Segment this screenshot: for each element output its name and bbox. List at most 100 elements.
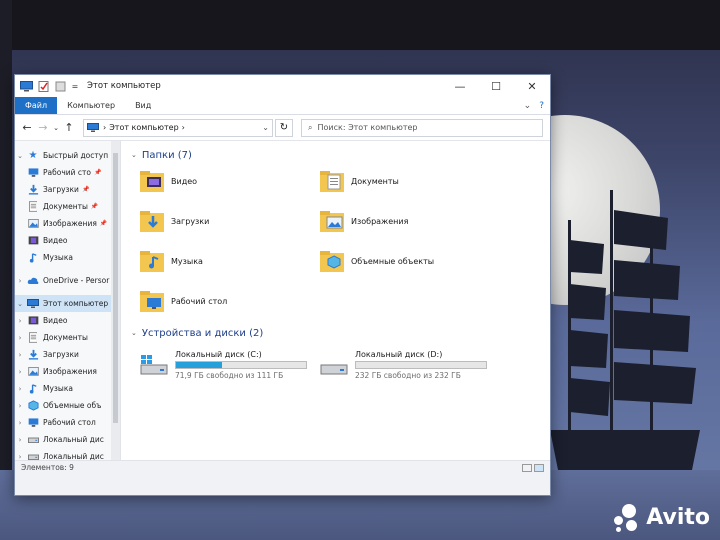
nav-scrollbar[interactable] <box>111 141 120 460</box>
ribbon: Файл Компьютер Вид ⌄ ? <box>15 97 550 115</box>
up-arrow-icon[interactable]: ↑ <box>61 121 77 134</box>
nav-item-music[interactable]: › Музыка <box>15 380 120 397</box>
expand-arrow-icon[interactable]: › <box>15 334 25 342</box>
address-dropdown-icon[interactable]: ⌄ <box>262 123 269 132</box>
music-folder-icon <box>139 248 165 274</box>
nav-label: Видео <box>43 316 68 325</box>
cloud-icon <box>27 276 39 286</box>
nav-item-videos[interactable]: › Видео <box>15 312 120 329</box>
search-placeholder: Поиск: Этот компьютер <box>317 123 418 132</box>
nav-this-pc[interactable]: ⌄ Этот компьютер <box>15 295 120 312</box>
drives-group-header[interactable]: ⌄ Устройства и диски (2) <box>131 323 540 343</box>
help-icon[interactable]: ? <box>539 101 544 111</box>
nav-item-music[interactable]: Музыка <box>15 249 120 266</box>
nav-item-documents[interactable]: › Документы <box>15 329 120 346</box>
documents-folder-icon <box>319 168 345 194</box>
expand-arrow-icon[interactable]: › <box>15 317 25 325</box>
nav-label: Музыка <box>43 253 73 262</box>
back-arrow-icon[interactable]: ← <box>19 121 35 134</box>
expand-arrow-icon[interactable]: › <box>15 436 25 444</box>
nav-quick-access[interactable]: ⌄ ★ Быстрый доступ <box>15 147 120 164</box>
pin-icon[interactable]: 📌 <box>91 203 98 210</box>
nav-label: OneDrive - Persor <box>43 276 110 285</box>
nav-item-drive[interactable]: › Локальный дис <box>15 448 120 460</box>
drive-usage-bar <box>175 361 307 369</box>
nav-item-downloads[interactable]: › Загрузки <box>15 346 120 363</box>
close-button[interactable]: ✕ <box>514 75 550 97</box>
collapse-arrow-icon[interactable]: ⌄ <box>15 152 25 160</box>
folder-item[interactable]: Музыка <box>139 245 319 277</box>
nav-label: Загрузки <box>43 350 79 359</box>
expand-arrow-icon[interactable]: › <box>15 419 25 427</box>
nav-item-downloads[interactable]: Загрузки 📌 <box>15 181 120 198</box>
nav-item-pictures[interactable]: › Изображения <box>15 363 120 380</box>
pictures-icon <box>27 367 39 377</box>
breadcrumb[interactable]: Этот компьютер <box>109 123 178 132</box>
folder-item[interactable]: Изображения <box>319 205 499 237</box>
nav-onedrive[interactable]: › OneDrive - Persor <box>15 272 120 289</box>
scrollbar-thumb[interactable] <box>113 153 118 423</box>
new-folder-icon[interactable] <box>54 81 67 92</box>
nav-item-pictures[interactable]: Изображения 📌 <box>15 215 120 232</box>
nav-label: Быстрый доступ <box>43 151 109 160</box>
expand-arrow-icon[interactable]: › <box>15 351 25 359</box>
recent-locations-icon[interactable]: ⌄ <box>51 124 61 132</box>
videos-icon <box>27 316 39 326</box>
drive-item[interactable]: Локальный диск (D:) 232 ГБ свободно из 23… <box>319 347 499 383</box>
nav-label: Рабочий сто <box>43 168 91 177</box>
expand-arrow-icon[interactable]: › <box>15 402 25 410</box>
folder-name: Загрузки <box>171 216 210 226</box>
address-bar-row: ← → ⌄ ↑ › Этот компьютер › ⌄ ↻ ⌕ Поиск: … <box>15 115 550 141</box>
pin-icon[interactable]: 📌 <box>94 169 101 176</box>
folder-item[interactable]: Загрузки <box>139 205 319 237</box>
nav-item-desktop[interactable]: › Рабочий стол <box>15 414 120 431</box>
status-bar: Элементов: 9 <box>15 460 550 474</box>
large-icons-view-icon[interactable] <box>534 463 544 472</box>
tab-computer[interactable]: Компьютер <box>57 97 125 114</box>
forward-arrow-icon[interactable]: → <box>35 121 51 134</box>
folder-item[interactable]: Объемные объекты <box>319 245 499 277</box>
drive-info: Локальный диск (C:) 71,9 ГБ свободно из 1… <box>175 350 307 380</box>
expand-arrow-icon[interactable]: › <box>15 453 25 461</box>
search-input[interactable]: ⌕ Поиск: Этот компьютер <box>301 118 543 137</box>
address-field[interactable]: › Этот компьютер › ⌄ <box>83 118 273 137</box>
maximize-button[interactable]: ☐ <box>478 75 514 97</box>
folder-item[interactable]: Документы <box>319 165 499 197</box>
collapse-arrow-icon[interactable]: ⌄ <box>15 300 25 308</box>
tab-file[interactable]: Файл <box>15 97 58 114</box>
folder-item[interactable]: Видео <box>139 165 319 197</box>
pictures-icon <box>27 219 39 229</box>
details-view-icon[interactable] <box>522 463 532 472</box>
expand-arrow-icon[interactable]: › <box>15 277 25 285</box>
customize-toolbar-icon[interactable]: = <box>71 81 79 92</box>
nav-label: Загрузки <box>43 185 79 194</box>
desktop-folder-icon <box>139 288 165 314</box>
properties-icon[interactable] <box>37 80 50 92</box>
folders-group-header[interactable]: ⌄ Папки (7) <box>131 145 540 165</box>
tab-view[interactable]: Вид <box>125 97 161 114</box>
folder-name: Видео <box>171 176 198 186</box>
folder-name: Объемные объекты <box>351 256 435 266</box>
collapse-arrow-icon[interactable]: ⌄ <box>131 151 137 159</box>
pin-icon[interactable]: 📌 <box>100 220 107 227</box>
drive-free-space: 232 ГБ свободно из 232 ГБ <box>355 371 461 380</box>
nav-item-3d-objects[interactable]: › Объемные объ <box>15 397 120 414</box>
pin-icon[interactable]: 📌 <box>82 186 89 193</box>
ship-silhouette <box>540 190 700 510</box>
nav-item-desktop[interactable]: Рабочий сто 📌 <box>15 164 120 181</box>
drive-name: Локальный диск (D:) <box>355 350 443 359</box>
nav-item-drive[interactable]: › Локальный дис <box>15 431 120 448</box>
expand-arrow-icon[interactable]: › <box>15 385 25 393</box>
drive-item[interactable]: Локальный диск (C:) 71,9 ГБ свободно из 1… <box>139 347 319 383</box>
folder-item[interactable]: Рабочий стол <box>139 285 319 317</box>
nav-item-documents[interactable]: Документы 📌 <box>15 198 120 215</box>
drives-grid: Локальный диск (C:) 71,9 ГБ свободно из 1… <box>131 347 540 383</box>
collapse-arrow-icon[interactable]: ⌄ <box>131 329 137 337</box>
expand-ribbon-icon[interactable]: ⌄ <box>524 101 532 111</box>
monitor-bezel <box>0 0 720 50</box>
nav-item-videos[interactable]: Видео <box>15 232 120 249</box>
minimize-button[interactable]: — <box>442 75 478 97</box>
expand-arrow-icon[interactable]: › <box>15 368 25 376</box>
refresh-icon[interactable]: ↻ <box>275 118 293 137</box>
content-pane: ⌄ Папки (7) Видео Документы Загрузки Изобра… <box>121 141 550 460</box>
